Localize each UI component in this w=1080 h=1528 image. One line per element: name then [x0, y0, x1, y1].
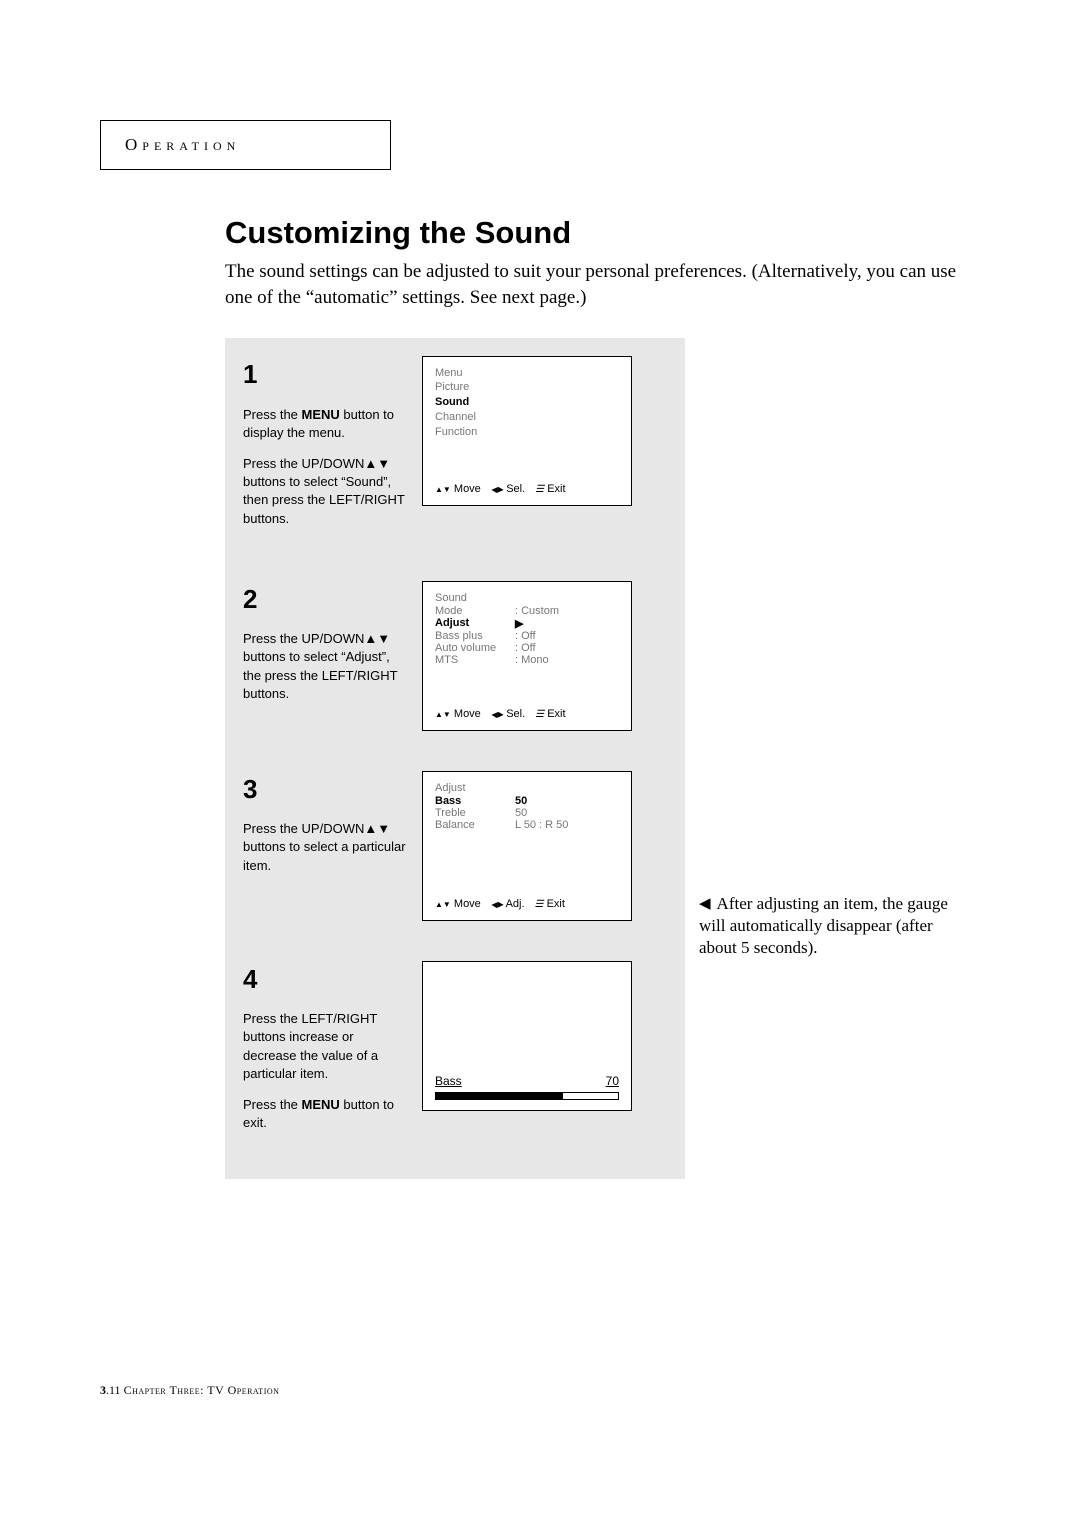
step-number: 1 [243, 356, 408, 392]
page-title: Customizing the Sound [225, 215, 980, 251]
gauge-label: Bass [435, 1074, 462, 1088]
page-footer: 3.11 Chapter Three: TV Operation [100, 1383, 279, 1398]
osd-menu-sound: Sound Mode: Custom Adjust▶ Bass plus: Of… [422, 581, 632, 731]
osd-item: Picture [435, 380, 619, 395]
up-icon [435, 898, 443, 910]
down-icon [443, 483, 451, 495]
section-header-label: Operation [125, 135, 240, 154]
step-instruction: Press the LEFT/RIGHT buttons increase or… [243, 1010, 408, 1083]
osd-menu-main: Menu Picture Sound Channel Function Move… [422, 356, 632, 506]
side-note: ◀After adjusting an item, the gauge will… [699, 893, 965, 959]
step-2: 2 Press the UP/DOWN▲▼ buttons to select … [243, 581, 667, 731]
step-1: 1 Press the MENU button to display the m… [243, 356, 667, 541]
intro-text: The sound settings can be adjusted to su… [225, 259, 965, 310]
osd-row: Auto volume: Off [435, 642, 619, 654]
osd-row: Bass plus: Off [435, 630, 619, 642]
osd-row: Mode: Custom [435, 605, 619, 617]
osd-item: Function [435, 425, 619, 440]
osd-gauge: Bass 70 [422, 961, 632, 1111]
step-instruction: Press the UP/DOWN▲▼ buttons to select “S… [243, 455, 408, 528]
step-instruction: Press the UP/DOWN▲▼ buttons to select “A… [243, 630, 408, 703]
gauge-fill [436, 1093, 563, 1099]
right-icon [497, 708, 503, 720]
step-instruction: Press the UP/DOWN▲▼ buttons to select a … [243, 820, 408, 875]
osd-row: Treble50 [435, 807, 619, 819]
gauge-value: 70 [606, 1074, 619, 1088]
osd-item-selected: Sound [435, 395, 619, 410]
section-header-box: Operation [100, 120, 391, 170]
step-4: 4 Press the LEFT/RIGHT buttons increase … [243, 961, 667, 1146]
up-icon [435, 708, 443, 720]
osd-footer: Move Sel. Exit [435, 483, 619, 495]
step-instruction: Press the MENU button to display the men… [243, 406, 408, 442]
right-icon [497, 483, 503, 495]
up-icon [435, 483, 443, 495]
osd-footer: Move Sel. Exit [435, 708, 619, 720]
osd-title: Sound [435, 592, 619, 604]
step-number: 2 [243, 581, 408, 617]
osd-footer: Move Adj. Exit [435, 898, 619, 910]
step-number: 4 [243, 961, 408, 997]
menu-icon [535, 483, 544, 495]
step-instruction: Press the MENU button to exit. [243, 1096, 408, 1132]
menu-icon [535, 898, 544, 910]
down-icon [443, 898, 451, 910]
osd-title: Menu [435, 367, 619, 379]
osd-menu-adjust: Adjust Bass50 Treble50 BalanceL 50 : R 5… [422, 771, 632, 921]
gauge-track [435, 1092, 619, 1100]
step-number: 3 [243, 771, 408, 807]
osd-item: Channel [435, 410, 619, 425]
osd-row-selected: Bass50 [435, 795, 619, 807]
left-arrow-icon: ◀ [699, 896, 711, 912]
menu-icon [535, 708, 544, 720]
osd-row: BalanceL 50 : R 50 [435, 819, 619, 831]
osd-row: MTS: Mono [435, 654, 619, 666]
down-icon [443, 708, 451, 720]
steps-panel: 1 Press the MENU button to display the m… [225, 338, 685, 1179]
osd-row-selected: Adjust▶ [435, 617, 619, 630]
right-icon [497, 898, 503, 910]
step-3: 3 Press the UP/DOWN▲▼ buttons to select … [243, 771, 667, 921]
osd-title: Adjust [435, 782, 619, 794]
